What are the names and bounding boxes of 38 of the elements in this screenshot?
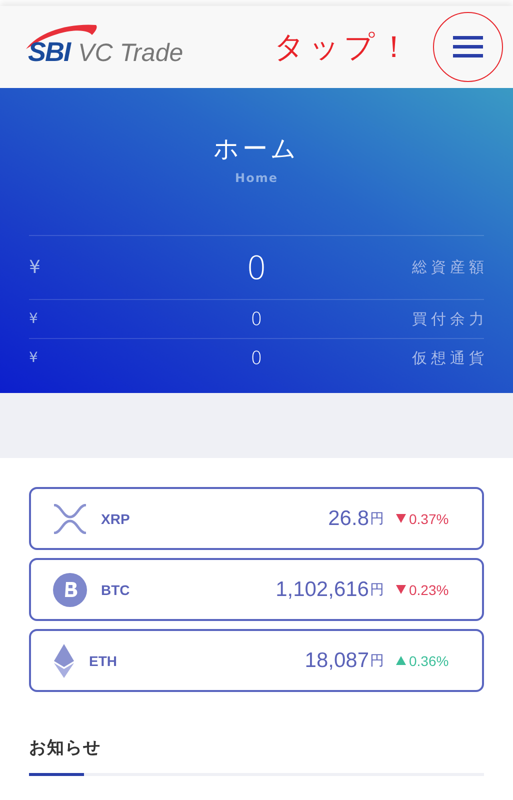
down-triangle-icon: [396, 514, 406, 523]
balance-label: 総資産額: [412, 258, 488, 277]
x-shape-icon: [53, 504, 87, 534]
coin-price: 1,102,616: [276, 578, 369, 602]
currency-sign: ¥: [29, 257, 40, 278]
coin-card[interactable]: BTC 1,102,616 円 0.23%: [29, 558, 484, 621]
price-change: 0.23%: [396, 582, 460, 598]
logo-text: VC Trade: [78, 38, 184, 68]
balance-label: 仮想通貨: [412, 348, 488, 368]
coin-card[interactable]: XRP 26.8円 0.37%: [29, 487, 484, 550]
price-change: 0.36%: [396, 652, 460, 668]
currency-sign: ¥: [29, 350, 38, 366]
coin-price: 18,087: [304, 648, 369, 672]
menu-button[interactable]: [433, 12, 503, 82]
down-triangle-icon: [396, 585, 406, 594]
coin-symbol: XRP: [101, 510, 131, 526]
up-triangle-icon: [396, 656, 406, 665]
logo-mark: SBI: [28, 36, 70, 68]
balance-label: 買付余力: [412, 310, 488, 328]
menu-icon: [453, 35, 483, 59]
coin-card[interactable]: ETH 18,087 円 0.36%: [29, 629, 484, 692]
coin-icon: [53, 572, 87, 606]
coin-symbol: ETH: [89, 652, 118, 668]
page-title: ホーム: [212, 133, 300, 165]
coin-price: 26.8: [328, 506, 369, 530]
price-unit: 円: [370, 510, 384, 528]
page-subtitle: Home: [234, 171, 279, 185]
balance-value: 0: [246, 248, 267, 286]
currency-sign: ¥: [29, 311, 38, 327]
balance-value: 0: [250, 308, 262, 330]
diamond-icon: [53, 644, 75, 678]
price-change: 0.37%: [396, 510, 460, 526]
balance-value: 0: [250, 348, 262, 368]
section-title: お知らせ: [29, 737, 102, 759]
annotation-text: タップ！: [274, 28, 413, 66]
price-unit: 円: [370, 580, 384, 598]
coin-symbol: BTC: [101, 582, 131, 598]
price-unit: 円: [370, 652, 384, 670]
